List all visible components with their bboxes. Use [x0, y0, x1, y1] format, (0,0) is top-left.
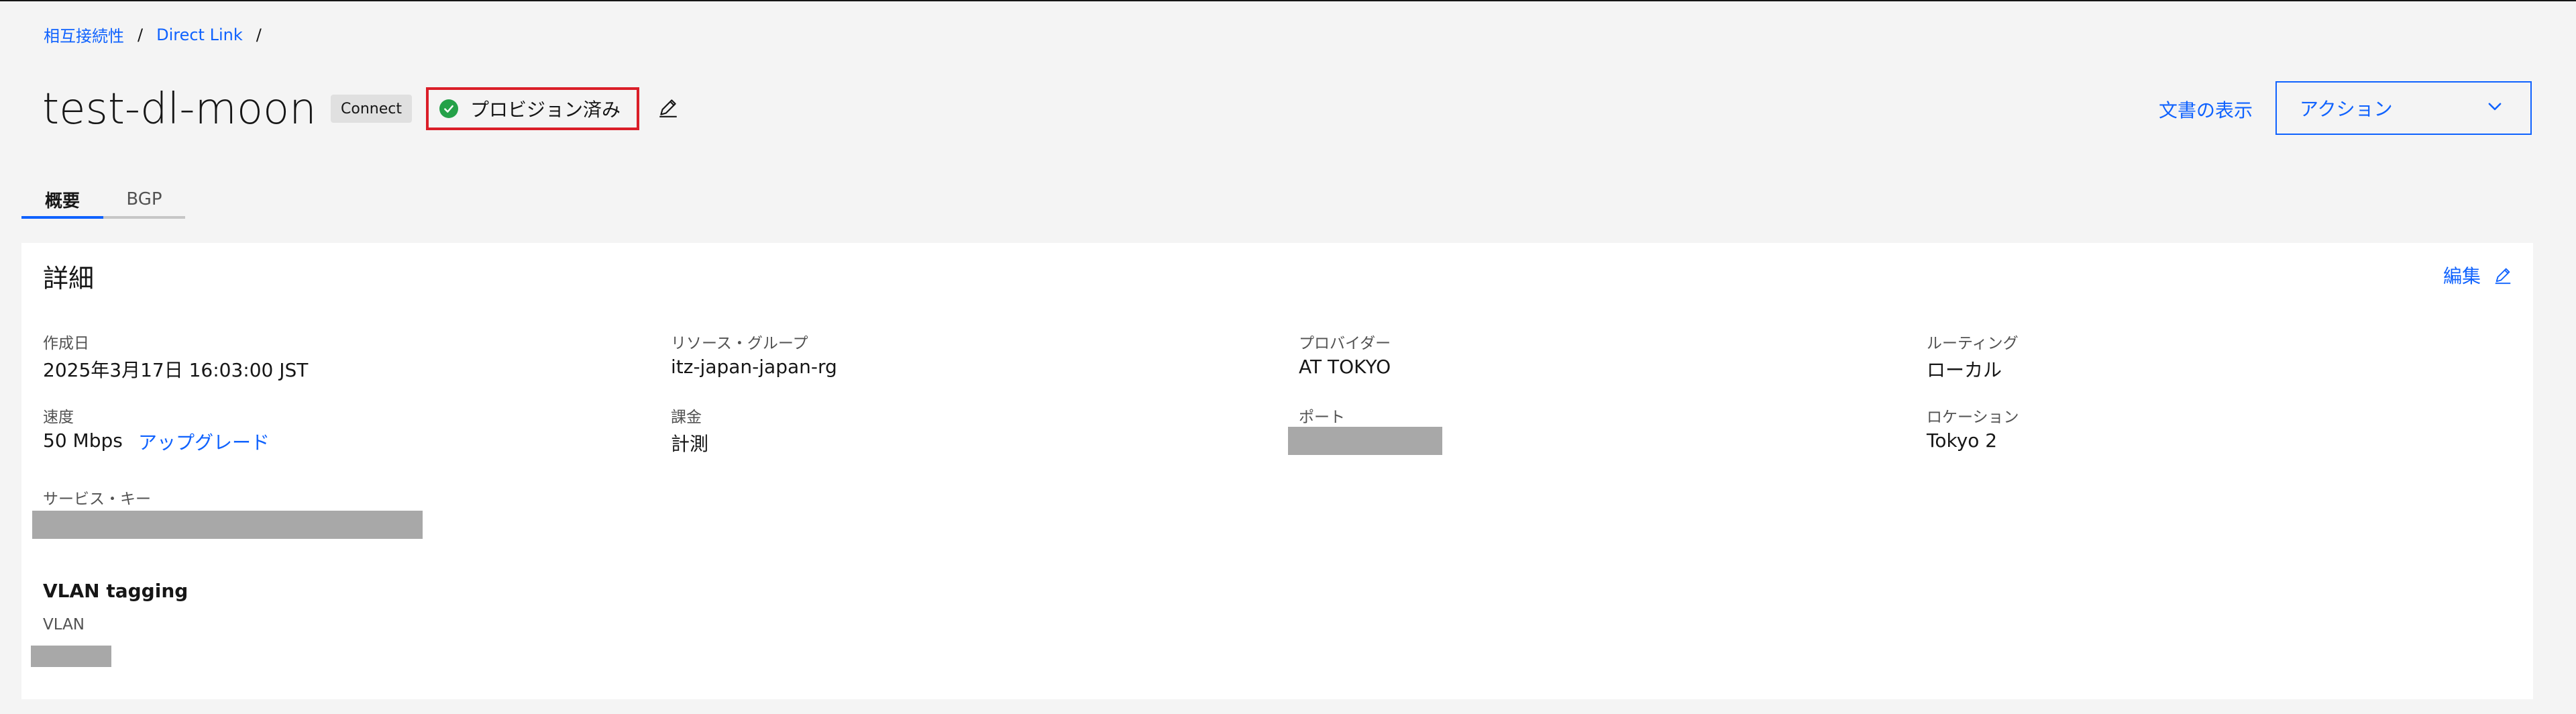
vlan-label: VLAN: [43, 616, 85, 633]
breadcrumb: 相互接続性 / Direct Link /: [44, 23, 275, 46]
status-text: プロビジョン済み: [470, 99, 621, 121]
breadcrumb-direct-link[interactable]: Direct Link: [156, 26, 243, 44]
port-label: ポート: [1299, 409, 1345, 426]
view-docs-link[interactable]: 文書の表示: [2159, 96, 2253, 123]
actions-label: アクション: [2300, 98, 2393, 120]
vlan-tagging-heading: VLAN tagging: [43, 580, 189, 602]
resource-group-value: itz-japan-japan-rg: [671, 356, 837, 378]
tabs: 概要 BGP: [21, 183, 185, 219]
details-panel: 詳細 編集 作成日 2025年3月17日 16:03:00 JST リソース・グ…: [21, 243, 2533, 699]
pencil-edit-icon: [2495, 268, 2511, 285]
edit-name-icon[interactable]: [657, 96, 680, 119]
billing-label: 課金: [671, 409, 702, 426]
breadcrumb-interconnectivity[interactable]: 相互接続性: [44, 23, 124, 46]
provider-value: AT TOKYO: [1299, 356, 1391, 378]
upgrade-link[interactable]: アップグレード: [138, 428, 270, 455]
service-key-label: サービス・キー: [43, 491, 151, 508]
breadcrumb-separator: /: [138, 25, 144, 44]
type-tag: Connect: [331, 95, 412, 123]
checkmark-filled-icon: [439, 99, 458, 118]
location-value: Tokyo 2: [1927, 429, 1998, 452]
edit-label: 編集: [2443, 265, 2481, 287]
details-edit-button[interactable]: 編集: [2443, 262, 2513, 289]
vlan-value-redacted: [31, 646, 111, 667]
created-label: 作成日: [43, 335, 89, 352]
created-value: 2025年3月17日 16:03:00 JST: [43, 359, 309, 381]
tab-bgp[interactable]: BGP: [103, 183, 185, 219]
page-title: test-dl-moon: [42, 85, 317, 134]
speed-value: 50 Mbps: [43, 429, 123, 452]
provider-label: プロバイダー: [1299, 335, 1391, 352]
routing-label: ルーティング: [1927, 335, 2019, 352]
top-border: [0, 0, 2576, 1]
location-label: ロケーション: [1927, 409, 2019, 426]
chevron-down-icon: [2486, 97, 2504, 119]
tab-overview[interactable]: 概要: [21, 183, 103, 219]
status-badge: プロビジョン済み: [426, 87, 639, 130]
details-title: 詳細: [43, 264, 95, 293]
resource-group-label: リソース・グループ: [671, 335, 808, 352]
speed-label: 速度: [43, 409, 74, 426]
billing-value: 計測: [671, 433, 709, 455]
routing-value: ローカル: [1927, 359, 2002, 381]
port-value-redacted: [1288, 427, 1442, 455]
actions-dropdown[interactable]: アクション: [2275, 81, 2532, 135]
breadcrumb-separator: /: [256, 25, 262, 44]
service-key-value-redacted: [32, 511, 423, 539]
